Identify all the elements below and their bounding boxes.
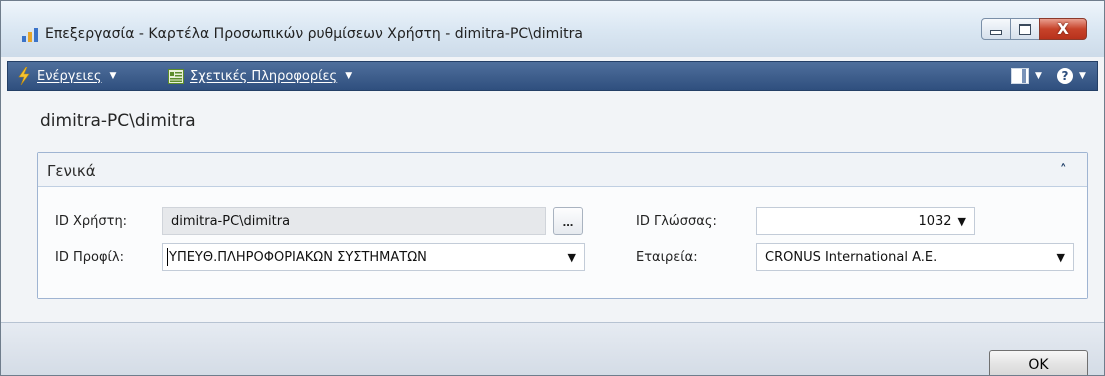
close-button[interactable]: X (1039, 18, 1087, 40)
action-bar: Ενέργειες ▼ Σχετικές Πληροφορίες ▼ ▼ ? ▼ (7, 61, 1098, 91)
lightning-bolt-icon (18, 67, 30, 85)
chevron-down-icon: ▼ (345, 71, 353, 81)
layout-menu[interactable]: ▼ (1011, 66, 1042, 86)
user-id-field[interactable]: dimitra-PC\dimitra (162, 207, 546, 235)
window-title: Επεξεργασία - Καρτέλα Προσωπικών ρυθμίσε… (45, 26, 584, 42)
profile-id-label: ID Προφίλ: (55, 250, 125, 265)
chevron-down-icon: ▼ (109, 71, 117, 81)
general-fasttab: Γενικά ˄ ID Χρήστη: dimitra-PC\dimitra .… (37, 152, 1088, 299)
help-icon: ? (1057, 68, 1073, 84)
help-menu[interactable]: ? ▼ (1057, 66, 1086, 86)
ok-button[interactable]: OK (989, 350, 1088, 375)
minimize-icon (990, 30, 1002, 35)
maximize-button[interactable] (1010, 18, 1040, 40)
actions-menu[interactable]: Ενέργειες ▼ (17, 66, 116, 86)
dialog-window: Επεξεργασία - Καρτέλα Προσωπικών ρυθμίσε… (0, 0, 1105, 376)
profile-id-value: ΥΠΕΥΘ.ΠΛΗΡΟΦΟΡΙΑΚΩΝ ΣΥΣΤΗΜΑΤΩΝ (169, 249, 427, 265)
window-controls: X (981, 18, 1087, 40)
related-info-label: Σχετικές Πληροφορίες (190, 68, 338, 84)
text-caret (167, 248, 168, 266)
language-id-label: ID Γλώσσας: (636, 214, 717, 229)
user-id-value: dimitra-PC\dimitra (171, 213, 291, 229)
company-value: CRONUS International A.E. (765, 249, 938, 265)
chevron-down-icon[interactable]: ▼ (568, 251, 576, 264)
language-id-dropdown[interactable]: 1032 ▼ (756, 207, 975, 235)
layout-icon (1011, 68, 1029, 84)
actions-menu-label: Ενέργειες (37, 68, 102, 84)
chevron-up-icon[interactable]: ˄ (1060, 163, 1074, 178)
maximize-icon (1019, 23, 1031, 35)
chevron-down-icon: ▼ (1035, 71, 1042, 81)
company-dropdown[interactable]: CRONUS International A.E. ▼ (756, 243, 1074, 271)
minimize-button[interactable] (981, 18, 1011, 40)
user-id-lookup-button[interactable]: ... (553, 207, 583, 235)
related-info-icon (168, 68, 184, 84)
language-id-value: 1032 (918, 213, 952, 229)
company-label: Εταιρεία: (636, 250, 698, 265)
user-id-label: ID Χρήστη: (55, 214, 128, 229)
related-info-menu[interactable]: Σχετικές Πληροφορίες ▼ (168, 66, 352, 86)
close-icon: X (1057, 20, 1069, 38)
record-title: dimitra-PC\dimitra (40, 111, 196, 131)
nav-app-icon (22, 28, 38, 42)
profile-id-dropdown[interactable]: ΥΠΕΥΘ.ΠΛΗΡΟΦΟΡΙΑΚΩΝ ΣΥΣΤΗΜΑΤΩΝ ▼ (162, 243, 585, 271)
dialog-footer: OK (1, 322, 1104, 375)
chevron-down-icon: ▼ (1079, 71, 1086, 81)
title-bar[interactable]: Επεξεργασία - Καρτέλα Προσωπικών ρυθμίσε… (1, 1, 1104, 57)
chevron-down-icon[interactable]: ▼ (1057, 251, 1065, 264)
general-fasttab-title: Γενικά (47, 162, 96, 180)
general-fasttab-header[interactable]: Γενικά ˄ (38, 153, 1087, 187)
general-fasttab-body: ID Χρήστη: dimitra-PC\dimitra ... ID Προ… (38, 187, 1087, 298)
chevron-down-icon[interactable]: ▼ (958, 215, 966, 228)
